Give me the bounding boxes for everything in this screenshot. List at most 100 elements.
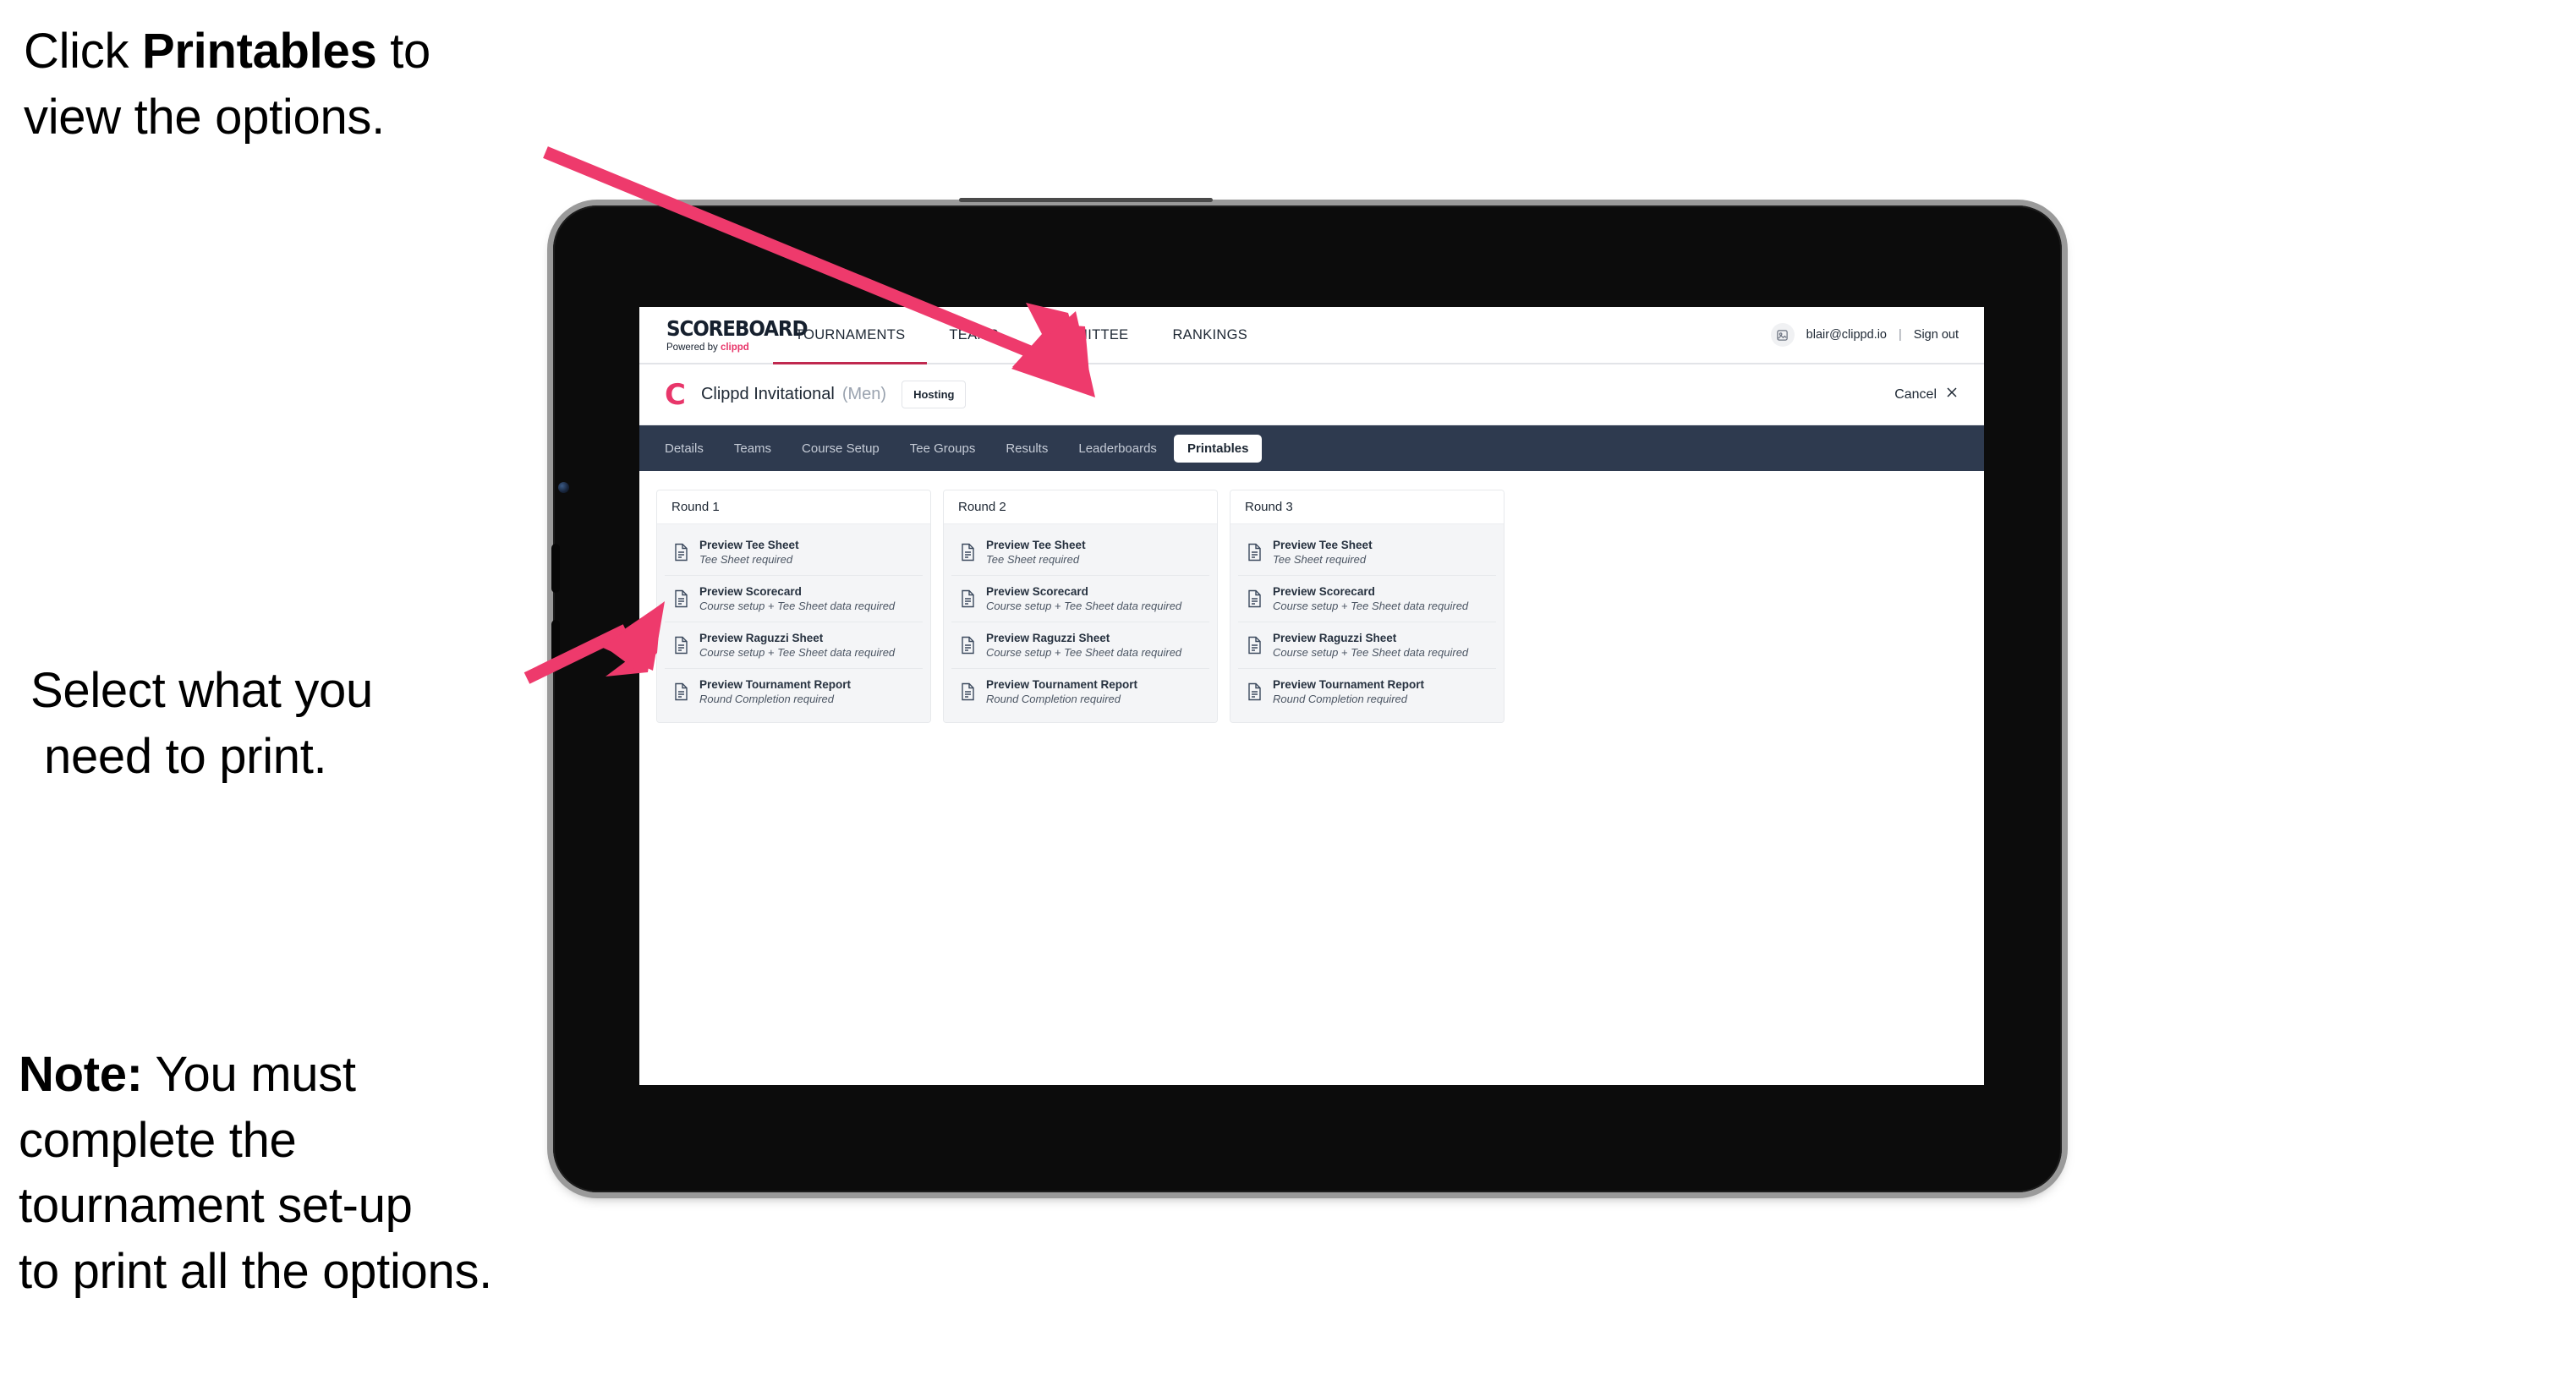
printable-item[interactable]: Preview Scorecard Course setup + Tee Shee… [1238, 576, 1496, 622]
document-icon [673, 543, 689, 562]
printable-item[interactable]: Preview Raguzzi Sheet Course setup + Tee … [665, 622, 923, 669]
printable-item-subtitle: Round Completion required [699, 693, 834, 705]
clippd-logo-icon: C [665, 377, 686, 412]
document-icon [960, 636, 976, 655]
tournament-header: C Clippd Invitational (Men) Hosting Canc… [639, 364, 1984, 425]
printable-item-subtitle: Tee Sheet required [1273, 553, 1367, 566]
printable-item[interactable]: Preview Raguzzi Sheet Course setup + Tee … [951, 622, 1209, 669]
tab-printables[interactable]: Printables [1173, 434, 1263, 463]
document-icon [1247, 682, 1263, 701]
tab-label: Teams [733, 441, 772, 456]
printable-item-text: Preview Tournament Report Round Completio… [699, 678, 851, 705]
annotation-click-line2: view the options. [24, 89, 385, 145]
printable-item-text: Preview Tee Sheet Tee Sheet required [699, 539, 799, 566]
annotation-note-bold: Note: [19, 1047, 143, 1102]
document-icon [1247, 589, 1263, 608]
printable-item-text: Preview Scorecard Course setup + Tee Shee… [699, 585, 895, 612]
document-icon [673, 589, 689, 608]
document-icon [673, 636, 689, 655]
tablet-device-frame: SCOREBOARD Powered by clippd TOURNAMENTS… [551, 198, 2062, 1192]
printable-item-subtitle: Course setup + Tee Sheet data required [986, 600, 1182, 612]
printable-item-title: Preview Raguzzi Sheet [986, 632, 1110, 644]
printable-item-title: Preview Scorecard [699, 585, 802, 598]
printable-item-subtitle: Tee Sheet required [986, 553, 1080, 566]
round-items-list: Preview Tee Sheet Tee Sheet required Previ… [1230, 524, 1504, 722]
volume-up-button[interactable] [551, 544, 560, 593]
brand-subtitle: Powered by clippd [666, 342, 773, 353]
printable-item-title: Preview Raguzzi Sheet [699, 632, 824, 644]
printable-item-text: Preview Tee Sheet Tee Sheet required [1273, 539, 1373, 566]
printable-item[interactable]: Preview Tournament Report Round Completio… [1238, 669, 1496, 715]
printable-item-subtitle: Round Completion required [1273, 693, 1407, 705]
printable-item-text: Preview Scorecard Course setup + Tee Shee… [986, 585, 1181, 612]
printable-item[interactable]: Preview Tournament Report Round Completio… [951, 669, 1209, 715]
tab-course-setup[interactable]: Course Setup [788, 435, 893, 463]
printable-item[interactable]: Preview Tee Sheet Tee Sheet required [665, 529, 923, 576]
close-icon [1945, 386, 1959, 403]
printable-item-text: Preview Raguzzi Sheet Course setup + Tee … [986, 632, 1181, 659]
printable-item-title: Preview Tournament Report [699, 678, 852, 691]
tab-label: Results [1006, 441, 1049, 456]
tab-results[interactable]: Results [992, 435, 1061, 463]
printable-item-title: Preview Tournament Report [1273, 678, 1425, 691]
printable-item-subtitle: Tee Sheet required [699, 553, 793, 566]
printable-item[interactable]: Preview Tee Sheet Tee Sheet required [1238, 529, 1496, 576]
document-icon [960, 589, 976, 608]
topnav-label: RANKINGS [1172, 326, 1248, 342]
printable-item[interactable]: Preview Tournament Report Round Completio… [665, 669, 923, 715]
cancel-button[interactable]: Cancel [1894, 386, 1959, 403]
round-column: Round 3 Preview Tee Sheet Tee Sheet requir… [1230, 490, 1504, 723]
topnav-item-teams[interactable]: TEAMS [927, 307, 1020, 363]
tablet-camera-icon [558, 482, 569, 493]
printable-item-title: Preview Tournament Report [986, 678, 1138, 691]
printable-item-subtitle: Course setup + Tee Sheet data required [986, 646, 1182, 659]
account-area: blair@clippd.io | Sign out [1770, 307, 1984, 363]
topnav-label: COMMITTEE [1042, 326, 1129, 342]
tab-label: Leaderboards [1078, 441, 1157, 456]
tab-label: Course Setup [802, 441, 880, 456]
printable-item-subtitle: Course setup + Tee Sheet data required [699, 600, 896, 612]
section-tab-strip: Details Teams Course Setup Tee Groups Re… [639, 425, 1984, 471]
cancel-label: Cancel [1894, 386, 1937, 402]
printable-item-text: Preview Raguzzi Sheet Course setup + Tee … [699, 632, 895, 659]
annotation-click-post: to [376, 24, 431, 79]
document-icon [960, 682, 976, 701]
sign-out-button[interactable]: Sign out [1914, 328, 1959, 342]
printable-item-subtitle: Course setup + Tee Sheet data required [1273, 646, 1469, 659]
document-icon [673, 682, 689, 701]
topnav-item-tournaments[interactable]: TOURNAMENTS [773, 307, 928, 364]
topnav-item-rankings[interactable]: RANKINGS [1150, 307, 1269, 363]
printable-item[interactable]: Preview Raguzzi Sheet Course setup + Tee … [1238, 622, 1496, 669]
topnav-item-committee[interactable]: COMMITTEE [1021, 307, 1151, 363]
annotation-click-bold: Printables [141, 24, 377, 79]
round-column: Round 2 Preview Tee Sheet Tee Sheet requir… [943, 490, 1218, 723]
volume-down-button[interactable] [551, 620, 560, 669]
printable-item[interactable]: Preview Scorecard Course setup + Tee Shee… [665, 576, 923, 622]
printable-item-text: Preview Tournament Report Round Completio… [986, 678, 1137, 705]
topnav-label: TOURNAMENTS [795, 326, 906, 342]
brand-logo[interactable]: SCOREBOARD Powered by clippd [639, 307, 808, 363]
topnav-label: TEAMS [949, 326, 999, 342]
annotation-note-line1: You must [142, 1047, 356, 1102]
printable-item-title: Preview Raguzzi Sheet [1273, 632, 1397, 644]
printable-item-title: Preview Tee Sheet [699, 539, 799, 551]
printable-item[interactable]: Preview Scorecard Course setup + Tee Shee… [951, 576, 1209, 622]
printable-item-subtitle: Course setup + Tee Sheet data required [1273, 600, 1469, 612]
printable-item-title: Preview Tee Sheet [986, 539, 1086, 551]
tab-details[interactable]: Details [651, 435, 717, 463]
annotation-click-pre: Click [24, 24, 142, 79]
tab-tee-groups[interactable]: Tee Groups [896, 435, 989, 463]
tablet-speaker-grille [959, 198, 1213, 202]
account-separator: | [1899, 328, 1902, 342]
user-avatar-icon[interactable] [1770, 323, 1795, 347]
printable-item[interactable]: Preview Tee Sheet Tee Sheet required [951, 529, 1209, 576]
tab-label: Printables [1187, 441, 1249, 456]
tab-teams[interactable]: Teams [721, 435, 785, 463]
tab-leaderboards[interactable]: Leaderboards [1065, 435, 1170, 463]
annotation-note-line4: to print all the options. [19, 1244, 492, 1300]
tournament-gender: (Men) [841, 385, 887, 403]
printable-item-subtitle: Course setup + Tee Sheet data required [699, 646, 896, 659]
round-column: Round 1 Preview Tee Sheet Tee Sheet requir… [656, 490, 931, 723]
round-items-list: Preview Tee Sheet Tee Sheet required Previ… [657, 524, 930, 722]
annotation-select-print: Select what you need to print. [30, 658, 572, 789]
